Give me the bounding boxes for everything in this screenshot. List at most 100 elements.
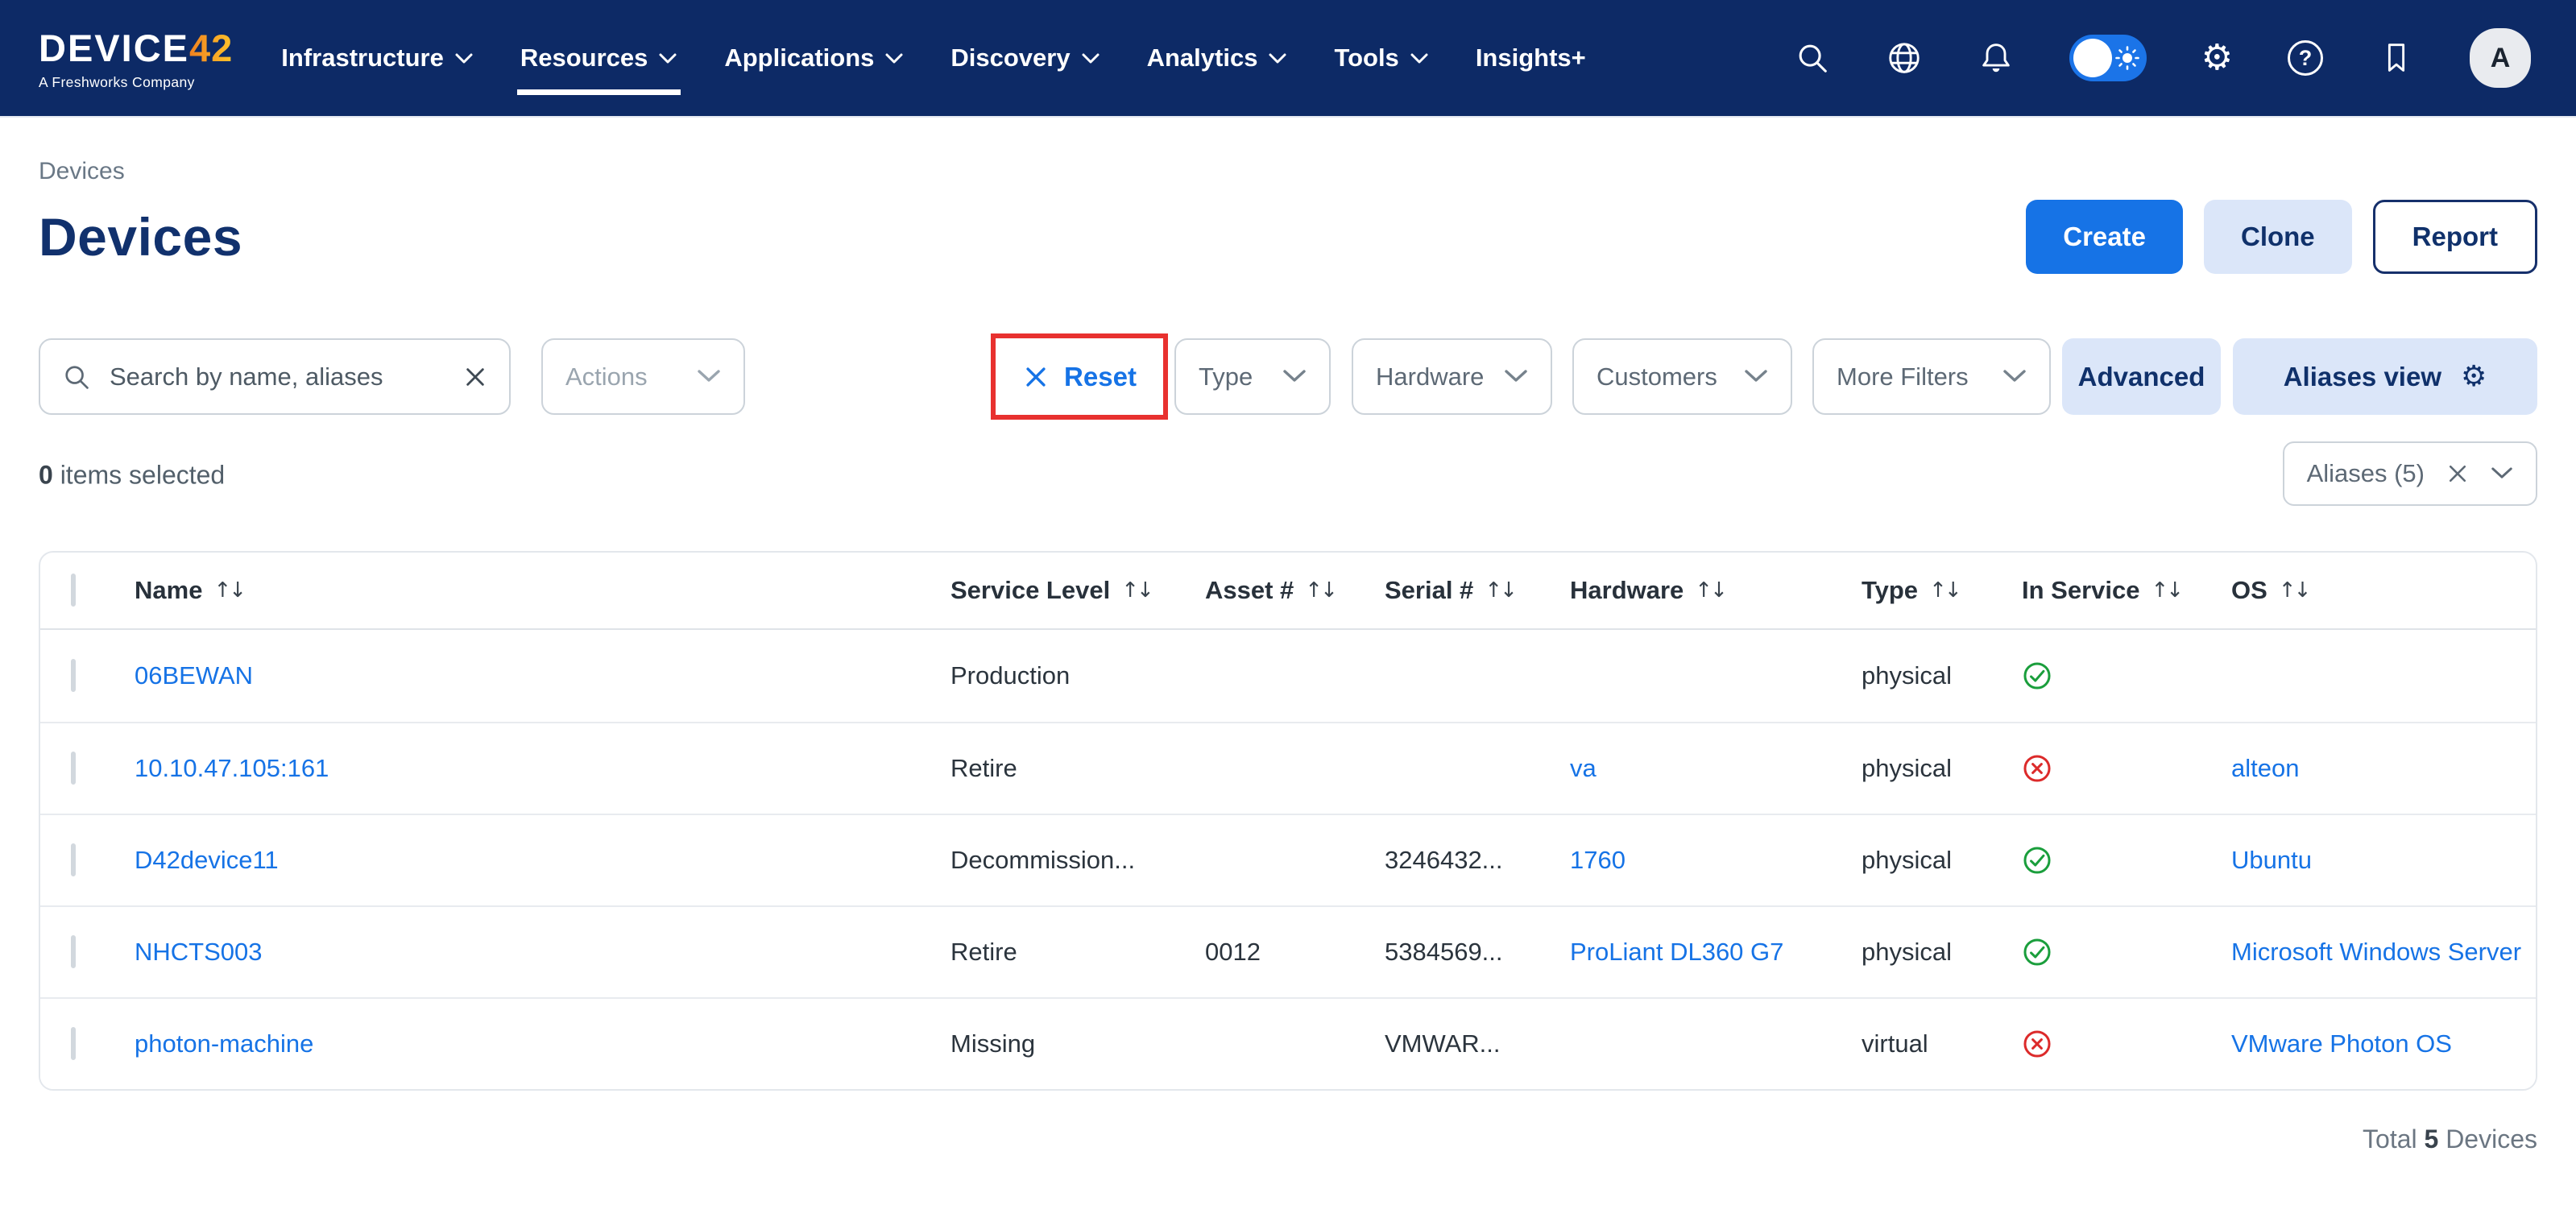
column-header-serial[interactable]: Serial #↑↓ xyxy=(1385,576,1570,605)
help-icon[interactable]: ? xyxy=(2288,40,2323,76)
items-selected-text: 0 items selected xyxy=(39,461,225,491)
search-icon[interactable] xyxy=(1794,39,1831,77)
search-input[interactable] xyxy=(108,362,446,392)
nav-item-infrastructure[interactable]: Infrastructure xyxy=(281,0,474,116)
chevron-down-icon xyxy=(1268,52,1287,64)
report-button[interactable]: Report xyxy=(2373,200,2537,274)
topbar-icon-group: ⚙ ? A xyxy=(1794,28,2531,88)
hardware-filter-dropdown[interactable]: Hardware xyxy=(1352,338,1552,415)
clear-search-icon[interactable] xyxy=(462,364,488,390)
nav-item-tools[interactable]: Tools xyxy=(1334,0,1428,116)
nav-item-resources[interactable]: Resources xyxy=(520,0,678,116)
asset-cell: 0012 xyxy=(1205,938,1385,967)
service-level-cell: Production xyxy=(950,661,1205,690)
user-avatar[interactable]: A xyxy=(2470,28,2531,88)
select-all-checkbox[interactable] xyxy=(71,574,76,607)
row-checkbox[interactable] xyxy=(71,935,76,968)
aliases-filter-chip[interactable]: Aliases (5) xyxy=(2283,441,2537,506)
table-row: 06BEWAN Production physical xyxy=(40,630,2536,722)
sort-icon[interactable]: ↑↓ xyxy=(213,578,244,603)
gear-icon[interactable]: ⚙ xyxy=(2461,362,2487,391)
column-header-service-level[interactable]: Service Level↑↓ xyxy=(950,576,1205,605)
notifications-bell-icon[interactable] xyxy=(1978,39,2015,77)
create-button[interactable]: Create xyxy=(2026,200,2183,274)
os-link[interactable]: VMware Photon OS xyxy=(2231,1029,2452,1058)
os-link[interactable]: Microsoft Windows Server xyxy=(2231,938,2521,966)
type-cell: physical xyxy=(1862,754,2022,783)
breadcrumb[interactable]: Devices xyxy=(39,158,2537,185)
device-name-link[interactable]: D42device11 xyxy=(135,846,279,874)
service-level-cell: Retire xyxy=(950,754,1205,783)
customers-filter-dropdown[interactable]: Customers xyxy=(1572,338,1792,415)
main-content: Devices Devices Create Clone Report Acti… xyxy=(0,158,2576,1154)
type-cell: physical xyxy=(1862,938,2022,967)
sort-icon[interactable]: ↑↓ xyxy=(2279,578,2309,603)
chevron-down-icon xyxy=(2002,369,2027,384)
hardware-link[interactable]: ProLiant DL360 G7 xyxy=(1570,938,1783,966)
row-checkbox[interactable] xyxy=(71,1027,76,1060)
column-header-type[interactable]: Type↑↓ xyxy=(1862,576,2022,605)
in-service-yes-icon xyxy=(2022,661,2052,691)
reset-x-icon xyxy=(1022,363,1050,391)
in-service-cell xyxy=(2022,845,2231,876)
chevron-down-icon xyxy=(1081,52,1100,64)
in-service-no-icon xyxy=(2022,753,2052,784)
service-level-cell: Missing xyxy=(950,1029,1205,1058)
page-actions: Create Clone Report xyxy=(2026,200,2537,274)
settings-gear-icon[interactable]: ⚙ xyxy=(2201,40,2233,76)
bookmark-icon[interactable] xyxy=(2378,39,2415,77)
type-cell: physical xyxy=(1862,661,2022,690)
reset-button-highlighted[interactable]: Reset xyxy=(991,333,1168,420)
aliases-view-button[interactable]: Aliases view ⚙ xyxy=(2233,338,2537,415)
device-name-link[interactable]: NHCTS003 xyxy=(135,938,263,966)
title-row: Devices Create Clone Report xyxy=(39,200,2537,274)
chevron-down-icon[interactable] xyxy=(2491,466,2513,481)
in-service-yes-icon xyxy=(2022,845,2052,876)
remove-chip-icon[interactable] xyxy=(2446,462,2470,486)
device-name-link[interactable]: 10.10.47.105:161 xyxy=(135,754,329,782)
advanced-button[interactable]: Advanced xyxy=(2062,338,2221,415)
hardware-link[interactable]: va xyxy=(1570,754,1597,782)
row-checkbox[interactable] xyxy=(71,752,76,785)
theme-toggle[interactable] xyxy=(2069,35,2147,81)
nav-item-discovery[interactable]: Discovery xyxy=(950,0,1100,116)
sort-icon[interactable]: ↑↓ xyxy=(1305,578,1336,603)
more-filters-dropdown[interactable]: More Filters xyxy=(1812,338,2051,415)
device42-logo[interactable]: DEVICE42 A Freshworks Company xyxy=(39,26,233,91)
globe-icon[interactable] xyxy=(1886,39,1923,77)
chevron-down-icon xyxy=(454,52,474,64)
sort-icon[interactable]: ↑↓ xyxy=(2151,578,2181,603)
serial-cell: 3246432... xyxy=(1385,846,1570,875)
sort-icon[interactable]: ↑↓ xyxy=(1695,578,1725,603)
sort-icon[interactable]: ↑↓ xyxy=(1121,578,1152,603)
type-filter-dropdown[interactable]: Type xyxy=(1174,338,1331,415)
sort-icon[interactable]: ↑↓ xyxy=(1929,578,1960,603)
hardware-link[interactable]: 1760 xyxy=(1570,846,1626,874)
column-header-name[interactable]: Name↑↓ xyxy=(135,576,950,605)
column-header-os[interactable]: OS↑↓ xyxy=(2231,576,2536,605)
row-checkbox[interactable] xyxy=(71,843,76,876)
os-link[interactable]: Ubuntu xyxy=(2231,846,2312,874)
page-title: Devices xyxy=(39,206,242,267)
column-header-hardware[interactable]: Hardware↑↓ xyxy=(1570,576,1862,605)
nav-item-applications[interactable]: Applications xyxy=(724,0,904,116)
table-row: 10.10.47.105:161 Retire va physical alte… xyxy=(40,722,2536,814)
chevron-down-icon xyxy=(1282,369,1307,384)
device-name-link[interactable]: photon-machine xyxy=(135,1029,313,1058)
nav-item-analytics[interactable]: Analytics xyxy=(1147,0,1288,116)
row-checkbox[interactable] xyxy=(71,659,76,692)
device-name-link[interactable]: 06BEWAN xyxy=(135,661,253,690)
nav-item-insights[interactable]: Insights+ xyxy=(1476,0,1586,116)
column-header-in-service[interactable]: In Service↑↓ xyxy=(2022,576,2231,605)
in-service-yes-icon xyxy=(2022,937,2052,967)
in-service-cell xyxy=(2022,753,2231,784)
table-row: D42device11 Decommission... 3246432... 1… xyxy=(40,814,2536,905)
sort-icon[interactable]: ↑↓ xyxy=(1485,578,1515,603)
clone-button[interactable]: Clone xyxy=(2204,200,2352,274)
column-header-asset[interactable]: Asset #↑↓ xyxy=(1205,576,1385,605)
actions-dropdown[interactable]: Actions xyxy=(541,338,745,415)
os-link[interactable]: alteon xyxy=(2231,754,2299,782)
in-service-cell xyxy=(2022,1029,2231,1059)
chevron-down-icon xyxy=(1744,369,1768,384)
table-header-row: Name↑↓ Service Level↑↓ Asset #↑↓ Serial … xyxy=(40,553,2536,630)
